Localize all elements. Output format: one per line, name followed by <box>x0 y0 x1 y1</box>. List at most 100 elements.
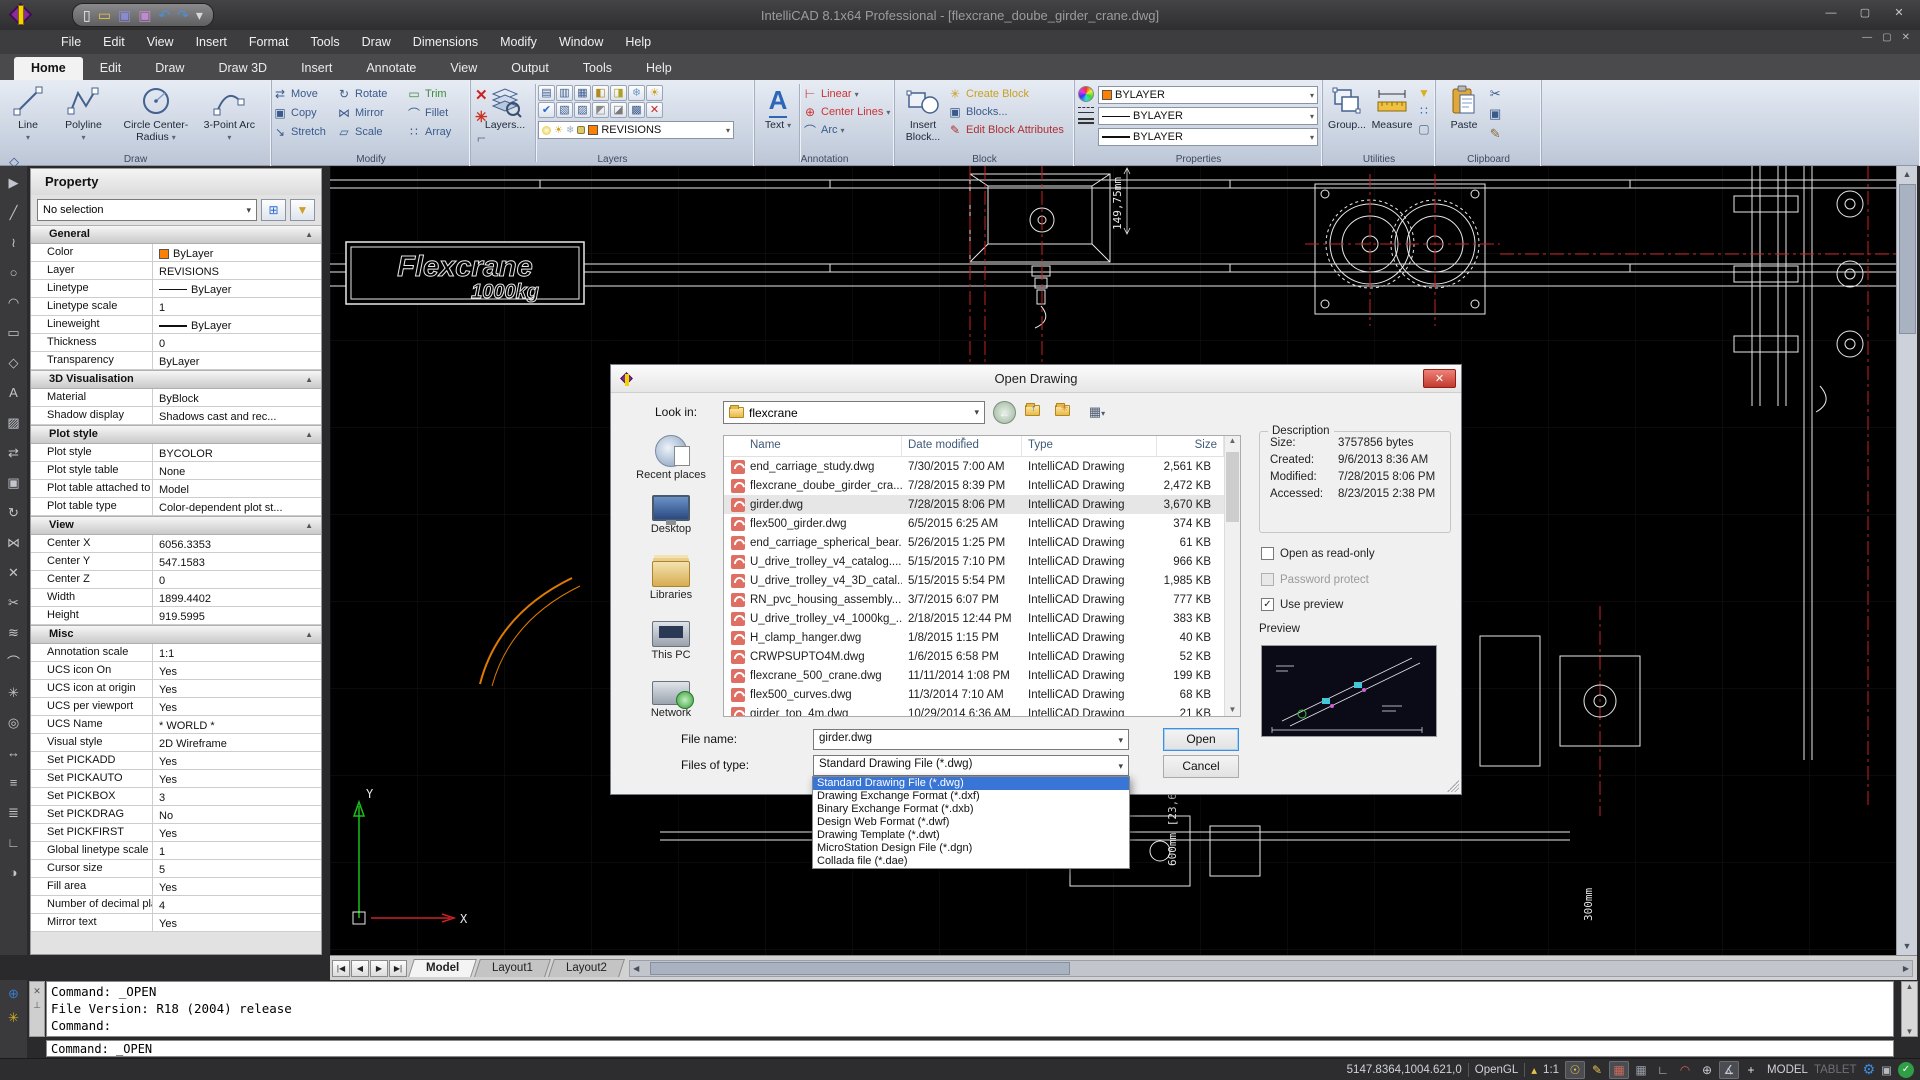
paste-button[interactable]: Paste <box>1442 80 1486 148</box>
place-item[interactable]: Desktop <box>623 495 719 555</box>
visual-style-icon[interactable]: ✳ <box>8 1010 19 1026</box>
file-type-option[interactable]: Binary Exchange Format (*.dxb) <box>813 803 1129 816</box>
toolbar-icon[interactable]: ↻ <box>3 498 25 528</box>
status-toggle-icon[interactable]: ▦ <box>1609 1061 1629 1079</box>
layer-tool-icon[interactable]: ✔ <box>538 102 555 118</box>
status-toggle-icon[interactable]: ∟ <box>1653 1061 1673 1079</box>
model-space-toggle[interactable]: MODEL <box>1767 1064 1808 1076</box>
clipboard-icon[interactable]: ✂ <box>1490 86 1501 102</box>
toolbar-icon[interactable]: ◎ <box>3 708 25 738</box>
close-command-icon[interactable]: ✕ <box>30 984 44 998</box>
table-row[interactable]: RN_pvc_housing_assembly.... 3/7/2015 6:0… <box>724 590 1240 609</box>
modify-button[interactable]: ↻Rotate <box>336 85 406 103</box>
drawing-horizontal-scrollbar[interactable]: ◀▶ <box>629 960 1913 977</box>
drawing-vertical-scrollbar[interactable]: ▲ ▼ <box>1896 166 1917 955</box>
layer-tool-icon[interactable]: ▩ <box>628 102 645 118</box>
toolbar-icon[interactable]: ≀ <box>3 228 25 258</box>
annotation-scale-value[interactable]: 1:1 <box>1543 1064 1559 1076</box>
toolbar-icon[interactable]: ▨ <box>3 408 25 438</box>
property-row[interactable]: Annotation scale1:1 <box>31 644 321 662</box>
selection-dropdown[interactable]: No selection▾ <box>37 199 257 221</box>
utility-icon[interactable]: ▢ <box>1418 122 1429 136</box>
annotation-button[interactable]: ⊢Linear▾ <box>802 85 890 103</box>
place-item[interactable]: This PC <box>623 621 719 681</box>
scroll-down-icon[interactable]: ▼ <box>1897 938 1917 955</box>
ribbon-tab[interactable]: Draw 3D <box>201 57 284 80</box>
utility-icon[interactable]: ▼ <box>1418 86 1430 100</box>
table-row[interactable]: U_drive_trolley_v4_3D_catal... 5/15/2015… <box>724 571 1240 590</box>
command-scrollbar[interactable]: ▲▼ <box>1901 981 1918 1037</box>
toolbar-icon[interactable]: ◑ <box>3 858 25 888</box>
table-row[interactable]: end_carriage_spherical_bear... 5/26/2015… <box>724 533 1240 552</box>
last-tab-icon[interactable]: ▶| <box>389 960 407 977</box>
place-item[interactable]: Recent places <box>623 435 719 495</box>
line-button[interactable]: Line▾ <box>5 80 51 148</box>
layer-tool-icon[interactable]: ☀ <box>646 85 663 101</box>
annotation-button[interactable]: ⊕Center Lines▾ <box>802 103 890 121</box>
property-row[interactable]: Plot styleBYCOLOR <box>31 444 321 462</box>
open-read-only-checkbox[interactable]: Open as read-only <box>1261 547 1375 560</box>
property-row[interactable]: Cursor size5 <box>31 860 321 878</box>
file-type-option[interactable]: Drawing Exchange Format (*.dxf) <box>813 790 1129 803</box>
layers-button[interactable]: Layers... <box>477 80 533 148</box>
toolbar-icon[interactable]: ∟ <box>3 828 25 858</box>
property-row[interactable]: Set PICKFIRSTYes <box>31 824 321 842</box>
pin-command-icon[interactable]: ⊥ <box>30 998 44 1012</box>
layer-tool-icon[interactable]: ◪ <box>610 102 627 118</box>
layout-tab[interactable]: Model <box>408 959 477 977</box>
table-row[interactable]: end_carriage_study.dwg 7/30/2015 7:00 AM… <box>724 457 1240 476</box>
annotation-button[interactable]: ⌒Arc▾ <box>802 121 890 139</box>
menu-item[interactable]: Tools <box>299 30 350 54</box>
layer-tool-icon[interactable]: ▧ <box>556 102 573 118</box>
clean-screen-icon[interactable]: ✓ <box>1898 1062 1914 1078</box>
dialog-resize-grip[interactable] <box>1447 780 1459 792</box>
menu-item[interactable]: Insert <box>185 30 238 54</box>
toolbar-icon[interactable]: ▣ <box>3 468 25 498</box>
ribbon-tab[interactable]: Insert <box>284 57 349 80</box>
cascade-windows-icon[interactable]: ▣ <box>1881 1063 1892 1077</box>
quick-select-button[interactable]: ⊞ <box>261 199 286 221</box>
table-row[interactable]: flexcrane_500_crane.dwg 11/11/2014 1:08 … <box>724 666 1240 685</box>
command-input[interactable]: Command: _OPEN <box>46 1040 1894 1057</box>
column-header-size[interactable]: Size <box>1157 436 1224 456</box>
toolbar-icon[interactable]: ≡ <box>3 768 25 798</box>
zoom-target-icon[interactable]: ⊕ <box>8 986 19 1002</box>
ribbon-tab[interactable]: Annotate <box>349 57 433 80</box>
file-type-option[interactable]: Drawing Template (*.dwt) <box>813 829 1129 842</box>
modify-button[interactable]: ▱Scale <box>336 123 406 141</box>
dialog-close-icon[interactable]: ✕ <box>1423 369 1456 388</box>
annotation-scale-person-icon[interactable]: ▴ <box>1531 1063 1537 1077</box>
section-header-view[interactable]: View▲ <box>31 516 321 535</box>
column-header-type[interactable]: Type <box>1022 436 1157 456</box>
property-row[interactable]: Shadow displayShadows cast and rec... <box>31 407 321 425</box>
first-tab-icon[interactable]: |◀ <box>332 960 350 977</box>
close-icon[interactable]: ✕ <box>1884 3 1914 23</box>
table-row[interactable]: U_drive_trolley_v4_catalog.... 5/15/2015… <box>724 552 1240 571</box>
property-row[interactable]: Mirror textYes <box>31 914 321 932</box>
file-type-option[interactable]: Collada file (*.dae) <box>813 855 1129 868</box>
property-row[interactable]: UCS icon at originYes <box>31 680 321 698</box>
property-row[interactable]: TransparencyByLayer <box>31 352 321 370</box>
menu-item[interactable]: Draw <box>351 30 402 54</box>
property-row[interactable]: Center Z0 <box>31 571 321 589</box>
file-name-input[interactable]: girder.dwg▾ <box>813 729 1129 750</box>
use-preview-checkbox[interactable]: ✓Use preview <box>1261 598 1343 611</box>
toolbar-icon[interactable]: ◇ <box>3 348 25 378</box>
dialog-title-bar[interactable]: Open Drawing ✕ <box>611 365 1461 393</box>
property-row[interactable]: Set PICKBOX3 <box>31 788 321 806</box>
column-header-date[interactable]: ▾Date modified <box>902 436 1022 456</box>
measure-button[interactable]: Measure <box>1369 80 1415 148</box>
layer-tool-icon[interactable]: ◧ <box>592 85 609 101</box>
layer-tool-icon[interactable]: ◨ <box>610 85 627 101</box>
property-row[interactable]: Height919.5995 <box>31 607 321 625</box>
place-item[interactable]: Libraries <box>623 561 719 621</box>
toolbar-icon[interactable]: ≋ <box>3 618 25 648</box>
status-toggle-icon[interactable]: ✎ <box>1587 1061 1607 1079</box>
modify-button[interactable]: ⇄Move <box>272 85 336 103</box>
property-row[interactable]: Global linetype scale1 <box>31 842 321 860</box>
property-row[interactable]: UCS Name* WORLD * <box>31 716 321 734</box>
property-row[interactable]: LineweightByLayer <box>31 316 321 334</box>
menu-item[interactable]: Dimensions <box>402 30 489 54</box>
section-header-misc[interactable]: Misc▲ <box>31 625 321 644</box>
property-row[interactable]: Plot style tableNone <box>31 462 321 480</box>
